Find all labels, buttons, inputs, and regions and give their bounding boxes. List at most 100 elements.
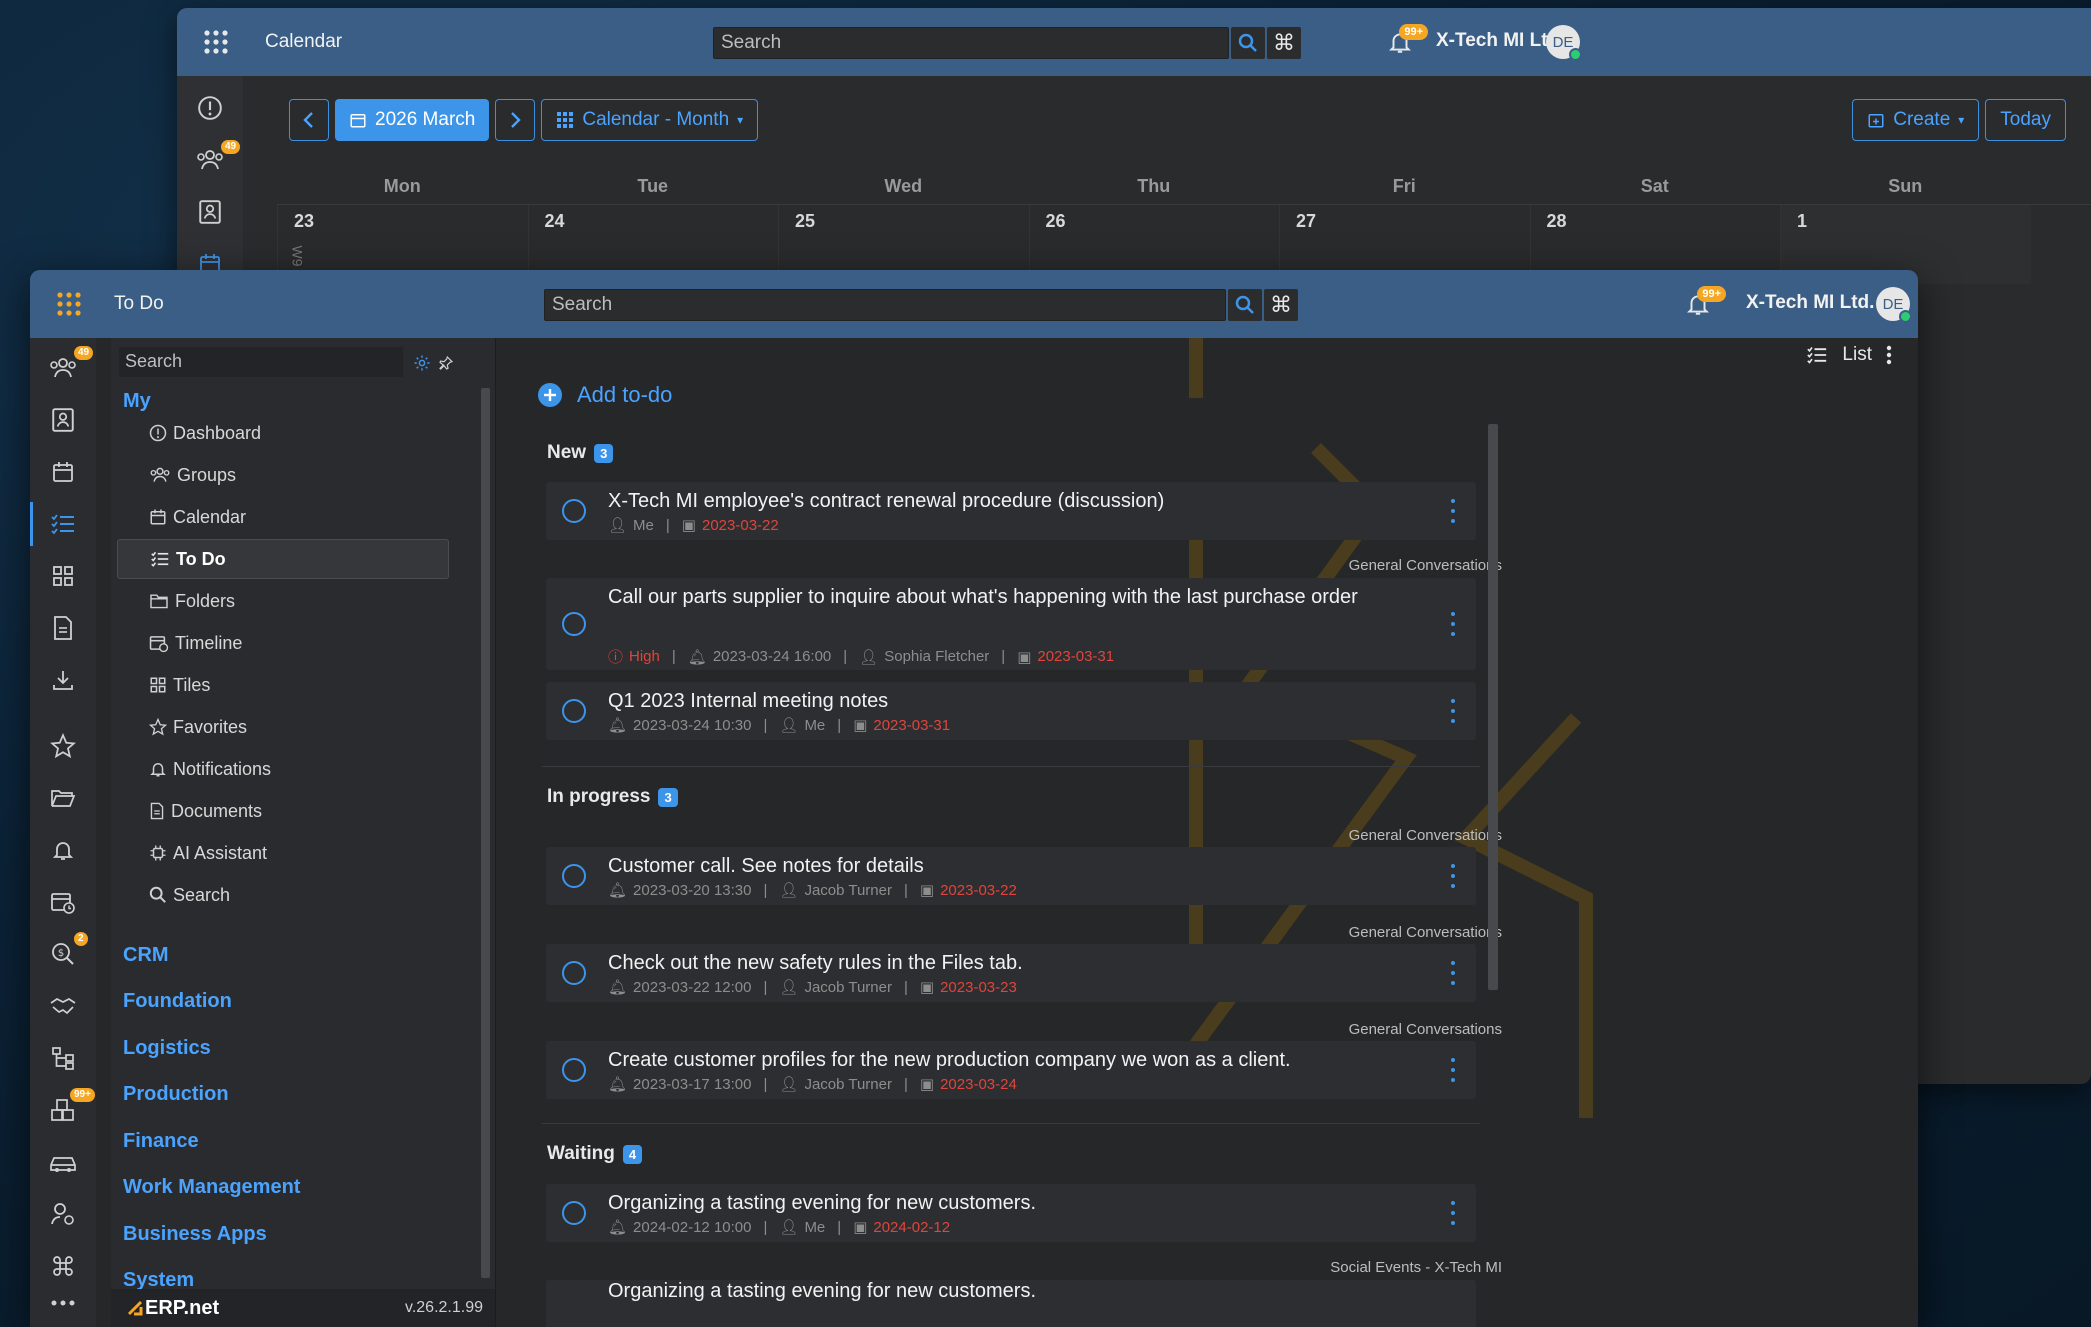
task-title[interactable]: Organizing a tasting evening for new cus…	[608, 1276, 1418, 1306]
task-row[interactable]: Customer call. See notes for details 🔔︎ …	[546, 847, 1476, 905]
nav-item-groups[interactable]: Groups	[117, 455, 449, 495]
rail-command[interactable]	[30, 1244, 96, 1288]
add-todo-button[interactable]: Add to-do	[537, 382, 672, 408]
rail-documents[interactable]	[30, 606, 96, 650]
nav-search-input[interactable]: Search	[119, 347, 403, 377]
section-waiting[interactable]: Waiting 4	[547, 1143, 643, 1165]
rail-downloads[interactable]	[30, 658, 96, 702]
today-button[interactable]: Today	[1985, 99, 2066, 141]
section-in-progress[interactable]: In progress 3	[547, 786, 678, 808]
todo-list-icon[interactable]	[1806, 345, 1828, 365]
rail-deals[interactable]: $ 2	[30, 932, 96, 976]
task-menu-button[interactable]	[1448, 499, 1458, 523]
rail-todo[interactable]	[30, 502, 96, 546]
rail-users[interactable]	[30, 1192, 96, 1236]
task-complete-checkbox[interactable]	[562, 612, 586, 636]
notifications-button[interactable]: 99+	[1380, 22, 1428, 62]
task-row[interactable]: Call our parts supplier to inquire about…	[546, 578, 1476, 670]
task-row[interactable]: Q1 2023 Internal meeting notes 🔔︎ 2023-0…	[546, 682, 1476, 740]
task-complete-checkbox[interactable]	[562, 1201, 586, 1225]
kebab-menu-icon[interactable]	[1886, 345, 1892, 365]
create-button[interactable]: Create ▾	[1852, 99, 1980, 141]
avatar[interactable]: DE	[1876, 287, 1912, 323]
rail-more[interactable]	[30, 1288, 96, 1318]
nav-item-todo[interactable]: To Do	[117, 539, 449, 579]
content-scrollbar[interactable]	[1488, 424, 1498, 990]
nav-item-calendar[interactable]: Calendar	[117, 497, 449, 537]
rail-hierarchy[interactable]	[30, 1036, 96, 1080]
task-title[interactable]: Call our parts supplier to inquire about…	[608, 582, 1418, 612]
nav-group-my[interactable]: My	[123, 390, 151, 413]
nav-group-business-apps[interactable]: Business Apps	[123, 1223, 267, 1246]
nav-settings-button[interactable]	[411, 352, 433, 374]
task-folder[interactable]: Social Events - X-Tech MI	[1202, 1259, 1502, 1276]
avatar[interactable]: DE	[1546, 25, 1582, 61]
nav-item-search[interactable]: Search	[117, 875, 449, 915]
task-title[interactable]: X-Tech MI employee's contract renewal pr…	[608, 486, 1418, 516]
task-row[interactable]: Check out the new safety rules in the Fi…	[546, 944, 1476, 1002]
rail-contacts[interactable]	[177, 190, 243, 234]
nav-item-tiles[interactable]: Tiles	[117, 665, 449, 705]
company-name[interactable]: X-Tech MI Ltd.	[1746, 292, 1874, 314]
task-title[interactable]: Customer call. See notes for details	[608, 851, 1418, 881]
rail-tiles[interactable]	[30, 554, 96, 598]
task-folder[interactable]: General Conversations	[1202, 1021, 1502, 1038]
task-row[interactable]: X-Tech MI employee's contract renewal pr…	[546, 482, 1476, 540]
rail-handshake[interactable]	[30, 984, 96, 1028]
rail-folders[interactable]	[30, 776, 96, 820]
task-title[interactable]: Check out the new safety rules in the Fi…	[608, 948, 1418, 978]
task-title[interactable]: Create customer profiles for the new pro…	[608, 1045, 1418, 1075]
notifications-button[interactable]: 99+	[1678, 284, 1726, 324]
task-row[interactable]: Create customer profiles for the new pro…	[546, 1041, 1476, 1099]
nav-item-notifications[interactable]: Notifications	[117, 749, 449, 789]
rail-calendar[interactable]	[30, 450, 96, 494]
task-menu-button[interactable]	[1448, 961, 1458, 985]
view-mode-label[interactable]: List	[1842, 344, 1872, 366]
task-title[interactable]: Q1 2023 Internal meeting notes	[608, 686, 1418, 716]
task-title[interactable]: Organizing a tasting evening for new cus…	[608, 1188, 1418, 1218]
rail-contacts[interactable]	[30, 398, 96, 442]
command-button[interactable]: ⌘	[1267, 27, 1301, 59]
rail-inventory[interactable]: 99+	[30, 1088, 96, 1132]
nav-item-favorites[interactable]: Favorites	[117, 707, 449, 747]
nav-scrollbar[interactable]	[481, 388, 490, 1278]
nav-group-production[interactable]: Production	[123, 1083, 229, 1106]
view-selector-button[interactable]: Calendar - Month ▾	[541, 99, 759, 141]
nav-group-crm[interactable]: CRM	[123, 944, 169, 967]
task-menu-button[interactable]	[1448, 864, 1458, 888]
rail-groups[interactable]: 49	[30, 346, 96, 390]
nav-group-logistics[interactable]: Logistics	[123, 1037, 211, 1060]
app-launcher-button[interactable]	[177, 8, 255, 76]
section-new[interactable]: New 3	[547, 442, 614, 464]
task-menu-button[interactable]	[1448, 1201, 1458, 1225]
search-button[interactable]	[1228, 289, 1262, 321]
search-input[interactable]: Search	[544, 289, 1226, 321]
next-period-button[interactable]	[495, 99, 536, 141]
nav-item-folders[interactable]: Folders	[117, 581, 449, 621]
task-row[interactable]: Organizing a tasting evening for new cus…	[546, 1280, 1476, 1327]
rail-dashboard[interactable]	[177, 86, 243, 130]
nav-group-foundation[interactable]: Foundation	[123, 990, 232, 1013]
rail-vehicles[interactable]	[30, 1140, 96, 1184]
task-menu-button[interactable]	[1448, 1058, 1458, 1082]
app-launcher-button[interactable]	[30, 270, 108, 338]
nav-group-finance[interactable]: Finance	[123, 1130, 199, 1153]
nav-item-timeline[interactable]: Timeline	[117, 623, 449, 663]
rail-favorites[interactable]	[30, 724, 96, 768]
rail-groups[interactable]: 49	[177, 138, 243, 182]
search-input[interactable]: Search	[713, 27, 1229, 59]
task-complete-checkbox[interactable]	[562, 961, 586, 985]
nav-item-ai-assistant[interactable]: AI Assistant	[117, 833, 449, 873]
task-menu-button[interactable]	[1448, 699, 1458, 723]
period-button[interactable]: 2026 March	[335, 99, 490, 141]
task-folder[interactable]: General Conversations	[1202, 827, 1502, 844]
nav-item-documents[interactable]: Documents	[117, 791, 449, 831]
rail-timeline[interactable]	[30, 880, 96, 924]
nav-item-dashboard[interactable]: Dashboard	[117, 413, 449, 453]
nav-group-work-management[interactable]: Work Management	[123, 1176, 300, 1199]
task-folder[interactable]: General Conversations	[1202, 924, 1502, 941]
task-complete-checkbox[interactable]	[562, 1058, 586, 1082]
task-folder[interactable]: General Conversations	[1202, 557, 1502, 574]
previous-period-button[interactable]	[289, 99, 329, 141]
task-row[interactable]: Organizing a tasting evening for new cus…	[546, 1184, 1476, 1242]
